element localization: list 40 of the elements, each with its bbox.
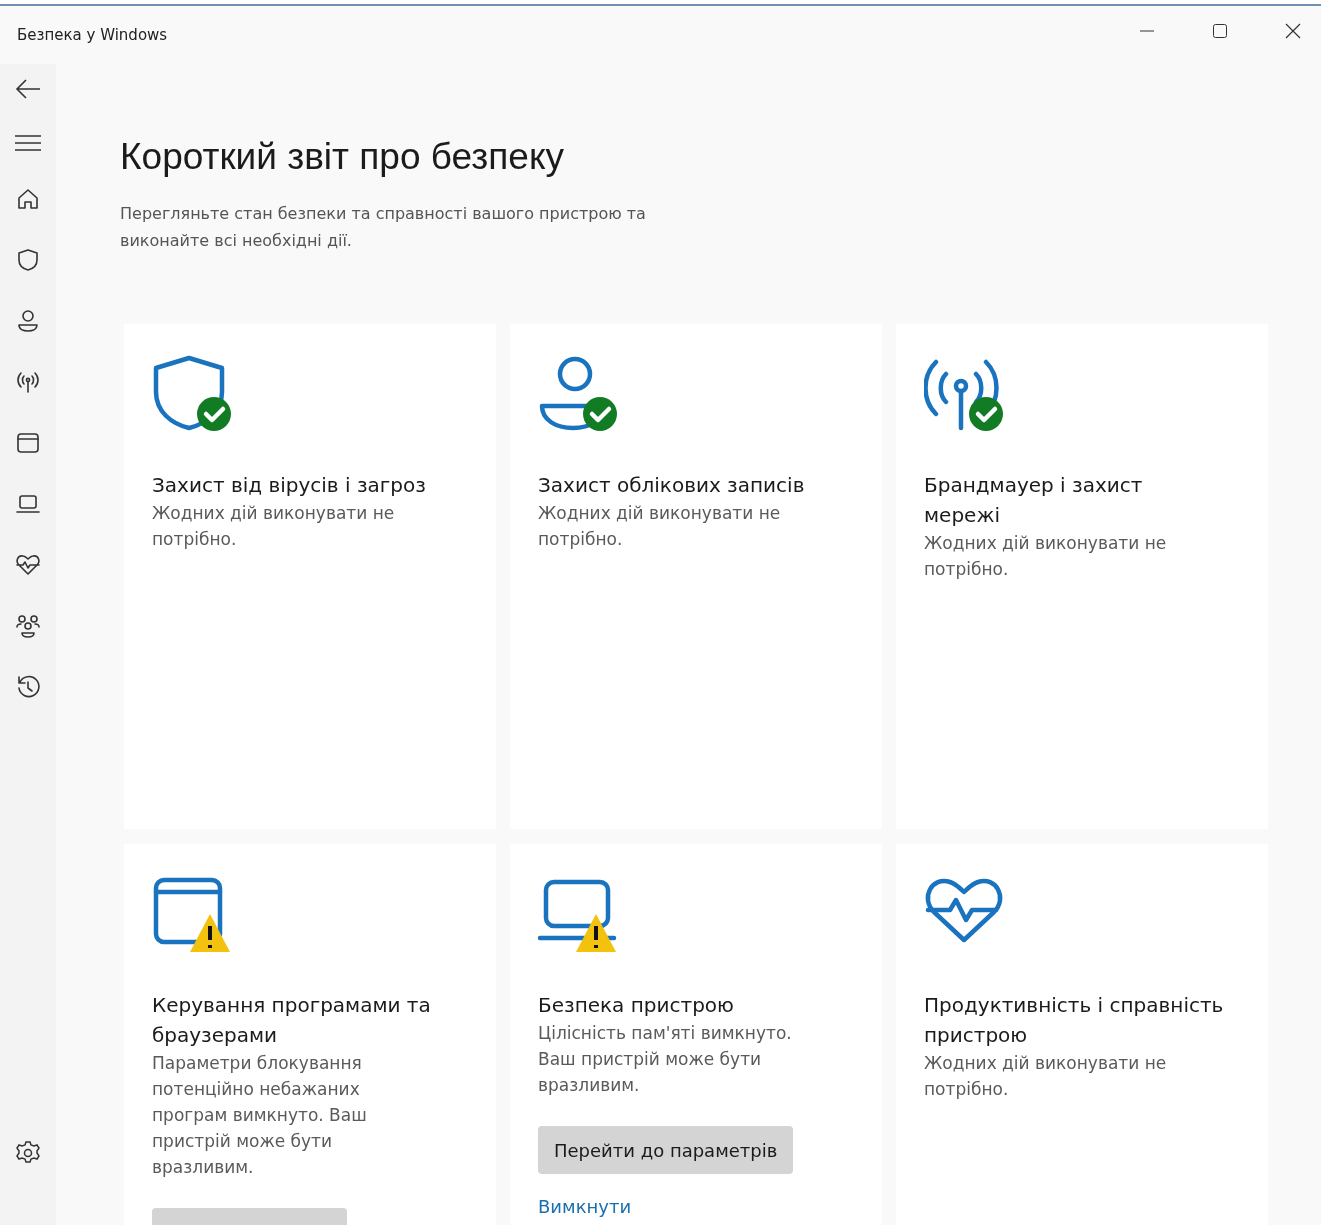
action-link[interactable]: Вимкнути [538,1196,632,1218]
card-title: Брандмауер і захист мережі [924,472,1144,529]
card-title: Керування програмами та браузерами [152,992,432,1049]
status-card[interactable]: Продуктивність і справність пристрою Жодних дій виконувати не потрібно. [896,844,1268,1225]
card-description: Параметри блокування потенційно небажаних програм вимкнуто. Ваш пристрій може бути вразливим. [152,1052,368,1179]
card-description: Жодних дій виконувати не потрібно. [152,502,396,551]
maximize-icon[interactable] [1212,23,1228,39]
browser-window-icon [153,877,223,945]
action-button[interactable]: Перейти до параметрів [538,1126,794,1174]
settings-icon[interactable] [15,1140,41,1166]
antenna-icon [924,359,999,431]
window-title: Безпека у Windows [17,26,168,44]
card-description: Цілісність пам'яті вимкнуто. Ваш пристрій може бути вразливим. [538,1022,793,1097]
card-description: Жодних дій виконувати не потрібно. [538,502,782,551]
page-title: Короткий звіт про безпеку [120,136,565,178]
card-title: Захист облікових записів [538,472,805,499]
status-card[interactable]: Захист від вірусів і загроз Жодних дій виконувати не потрібно. [124,324,496,829]
menu-icon[interactable] [15,135,41,151]
card-description: Жодних дій виконувати не потрібно. [924,1052,1168,1101]
card-title: Захист від вірусів і загроз [152,472,426,499]
shield-icon[interactable] [15,247,41,273]
heart-pulse-icon [925,878,1003,943]
family-icon[interactable] [15,613,41,639]
browser-window-icon[interactable] [15,430,41,456]
person-icon[interactable] [15,308,41,334]
status-card[interactable]: Захист облікових записів Жодних дій виконувати не потрібно. [510,324,882,829]
close-icon[interactable] [1285,23,1301,39]
home-icon[interactable] [15,186,41,212]
status-card[interactable]: Брандмауер і захист мережі Жодних дій виконувати не потрібно. [896,324,1268,829]
heart-pulse-icon[interactable] [15,552,41,578]
page-subtitle: Перегляньте стан безпеки та справності вашого пристрою та виконайте всі необхідні дії. [120,203,647,252]
card-title: Продуктивність і справність пристрою [924,992,1224,1049]
back-arrow-icon[interactable] [15,78,41,100]
antenna-icon[interactable] [15,369,41,395]
history-icon[interactable] [15,674,41,700]
card-title: Безпека пристрою [538,992,734,1019]
status-card[interactable]: Безпека пристрою Цілісність пам'яті вимкнуто. Ваш пристрій може бути вразливим. Перейти до параметрів Вимкнути [510,844,882,1225]
card-description: Жодних дій виконувати не потрібно. [924,532,1168,581]
status-card[interactable]: Керування програмами та браузерами Параметри блокування потенційно небажаних програм вимкнуто. Ваш пристрій може бути вразливим. [124,844,496,1225]
laptop-icon [538,879,617,941]
